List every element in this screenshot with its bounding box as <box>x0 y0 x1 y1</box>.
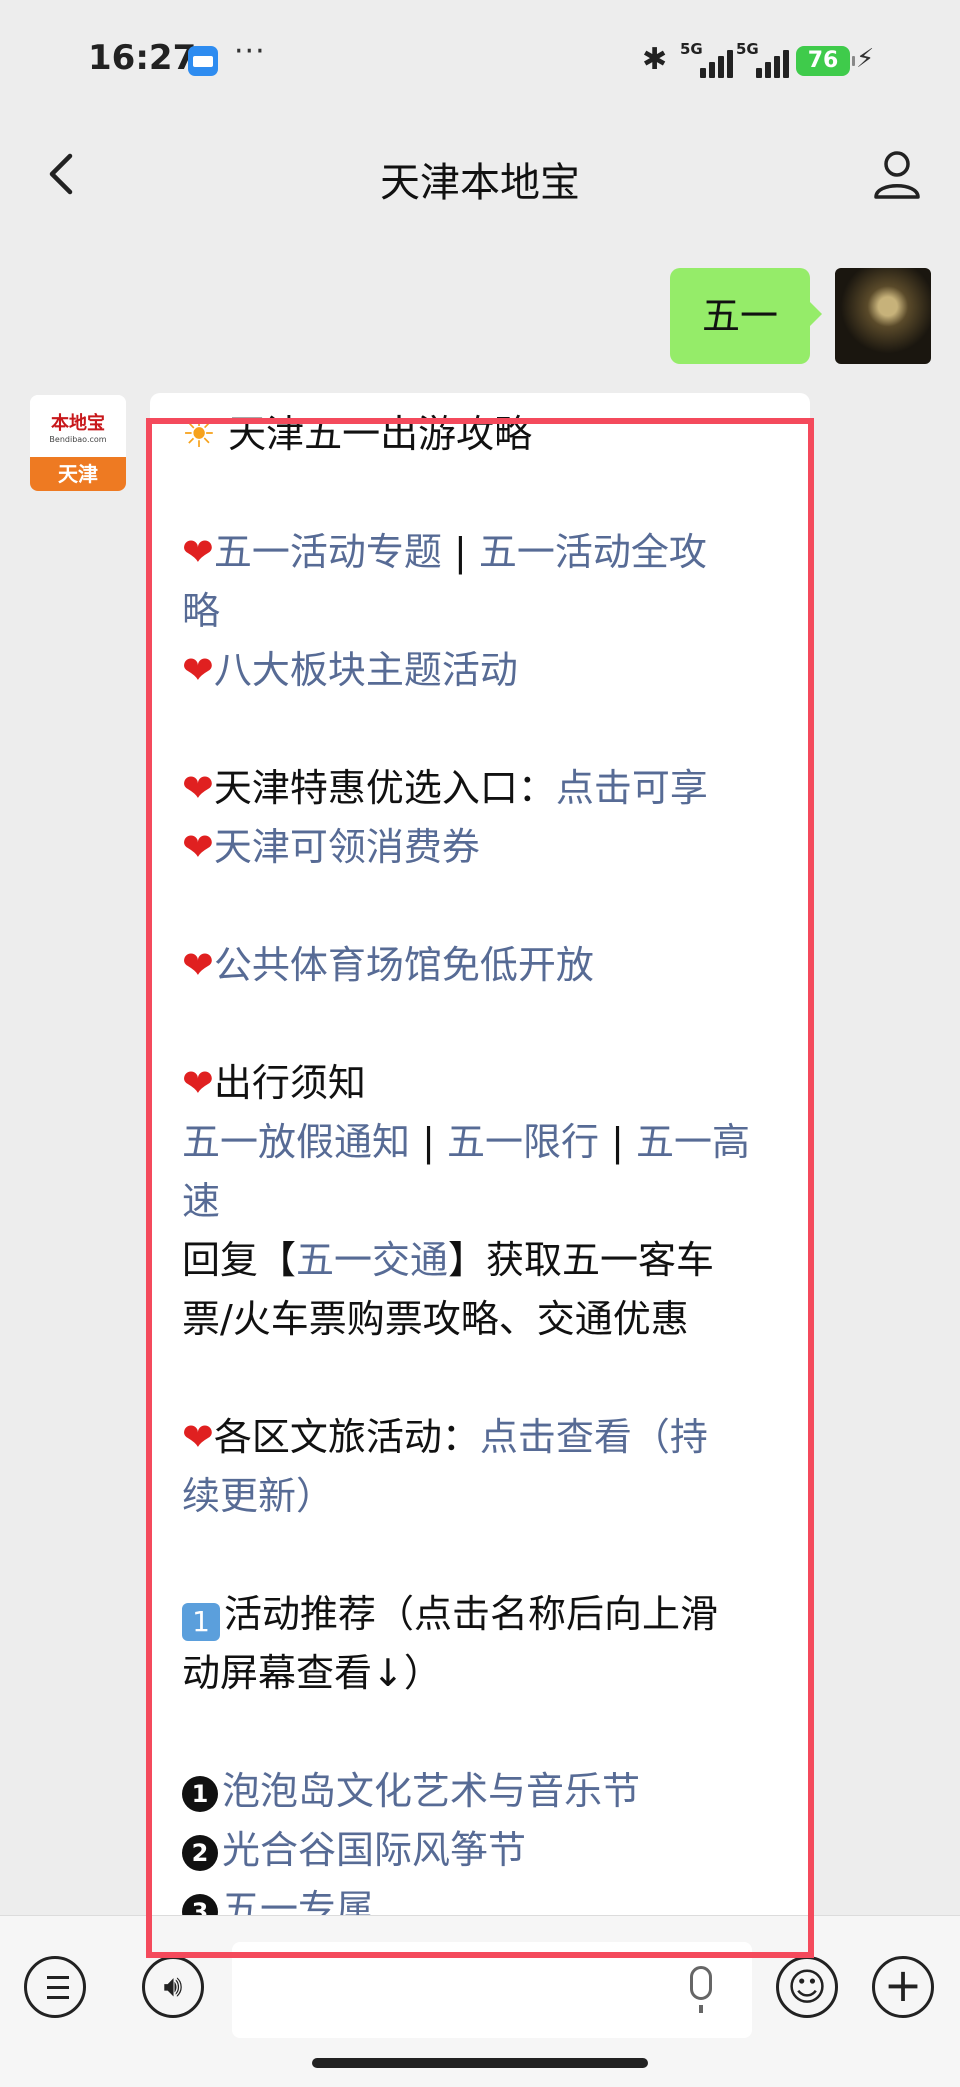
link-reply-keyword[interactable]: 五一交通 <box>296 1238 448 1282</box>
link-district-activities-cont[interactable]: 续更新） <box>182 1474 334 1518</box>
number-circle-icon: 1 <box>182 1776 218 1812</box>
heart-icon: ❤ <box>182 1061 214 1105</box>
voice-button[interactable]: 🔊︎ <box>142 1956 204 2018</box>
plus-icon: + <box>883 1958 923 2012</box>
heart-icon: ❤ <box>182 530 214 574</box>
signal-icon: 5G <box>736 40 792 80</box>
avatar-site-text: Bendibao.com <box>49 435 107 444</box>
link-recommend-item[interactable]: 光合谷国际风筝节 <box>222 1828 526 1872</box>
status-time: 16:27 <box>88 38 197 78</box>
link-theme-activities[interactable]: 八大板块主题活动 <box>214 648 518 692</box>
message-content: ☀ 天津五一出游攻略 ❤五一活动专题 | 五一活动全攻 略 ❤八大板块主题活动 … <box>182 412 782 1923</box>
profile-button[interactable] <box>872 148 922 200</box>
battery-icon: 76 <box>796 46 855 76</box>
link-activity-topic[interactable]: 五一活动专题 <box>214 530 442 574</box>
link-highway-cont[interactable]: 速 <box>182 1179 220 1223</box>
reply-prefix: 回复【 <box>182 1238 297 1282</box>
link-highway[interactable]: 五一高 <box>636 1120 750 1164</box>
avatar-city-text: 天津 <box>30 457 126 491</box>
avatar-brand-text: 本地宝 <box>51 413 105 434</box>
network-type-label: 5G <box>736 40 759 58</box>
link-activity-guide-cont[interactable]: 略 <box>182 589 220 633</box>
number-circle-icon: 2 <box>182 1835 218 1871</box>
district-label: 各区文旅活动： <box>213 1415 480 1459</box>
heart-icon: ❤ <box>182 1415 214 1459</box>
link-deal[interactable]: 点击可享 <box>556 766 708 810</box>
official-account-avatar[interactable]: 本地宝 Bendibao.com 天津 <box>30 395 126 491</box>
link-holiday-notice[interactable]: 五一放假通知 <box>182 1120 410 1164</box>
chat-title: 天津本地宝 <box>380 160 580 206</box>
separator: | <box>611 1120 624 1164</box>
status-bar: 16:27 ··· ✱ 5G 5G 76 ⚡ <box>0 0 960 120</box>
chat-header: 天津本地宝 <box>0 120 960 230</box>
sent-message-bubble[interactable]: 五一 <box>670 268 822 364</box>
user-avatar[interactable] <box>835 268 931 364</box>
message-input[interactable] <box>232 1942 752 2038</box>
received-message-bubble: ☀ 天津五一出游攻略 ❤五一活动专题 | 五一活动全攻 略 ❤八大板块主题活动 … <box>150 393 810 1923</box>
heart-icon: ❤ <box>182 825 214 869</box>
bluetooth-icon: ✱ <box>642 42 668 77</box>
heart-icon: ❤ <box>182 943 214 987</box>
charging-bolt-icon: ⚡ <box>856 44 875 74</box>
home-indicator[interactable] <box>312 2058 648 2068</box>
signal-icon: 5G <box>680 40 736 80</box>
more-notifications-icon: ··· <box>234 34 266 69</box>
link-district-activities[interactable]: 点击查看（持 <box>480 1415 708 1459</box>
separator: | <box>422 1120 435 1164</box>
reply-suffix: 】获取五一客车 <box>448 1238 715 1282</box>
link-recommend-item[interactable]: 泡泡岛文化艺术与音乐节 <box>222 1769 640 1813</box>
emoji-icon: ☺ <box>787 1965 827 2009</box>
link-coupon[interactable]: 天津可领消费券 <box>214 825 480 869</box>
heart-icon: ❤ <box>182 766 214 810</box>
wallet-icon <box>188 46 218 76</box>
recommend-heading: 活动推荐（点击名称后向上滑 <box>224 1592 719 1636</box>
more-actions-button[interactable]: + <box>872 1956 934 2018</box>
travel-notice-label: 出行须知 <box>213 1061 366 1105</box>
menu-button[interactable] <box>24 1956 86 2018</box>
recommend-heading-cont: 动屏幕查看↓） <box>182 1651 442 1695</box>
link-traffic-restriction[interactable]: 五一限行 <box>447 1120 599 1164</box>
message-title: 天津五一出游攻略 <box>228 412 533 456</box>
person-icon <box>874 151 920 199</box>
link-activity-guide[interactable]: 五一活动全攻 <box>479 530 707 574</box>
keycap-one-icon: 1 <box>182 1603 220 1641</box>
heart-icon: ❤ <box>182 648 214 692</box>
link-sports-venues[interactable]: 公共体育场馆免低开放 <box>214 943 594 987</box>
deal-label: 天津特惠优选入口： <box>213 766 556 810</box>
reply-line-2: 票/火车票购票攻略、交通优惠 <box>182 1297 689 1341</box>
sun-icon: ☀ <box>182 412 217 456</box>
separator: | <box>453 530 467 574</box>
network-type-label: 5G <box>680 40 703 58</box>
emoji-button[interactable]: ☺ <box>776 1956 838 2018</box>
voice-icon: 🔊︎ <box>163 1969 183 2004</box>
microphone-icon[interactable] <box>690 1966 712 2013</box>
